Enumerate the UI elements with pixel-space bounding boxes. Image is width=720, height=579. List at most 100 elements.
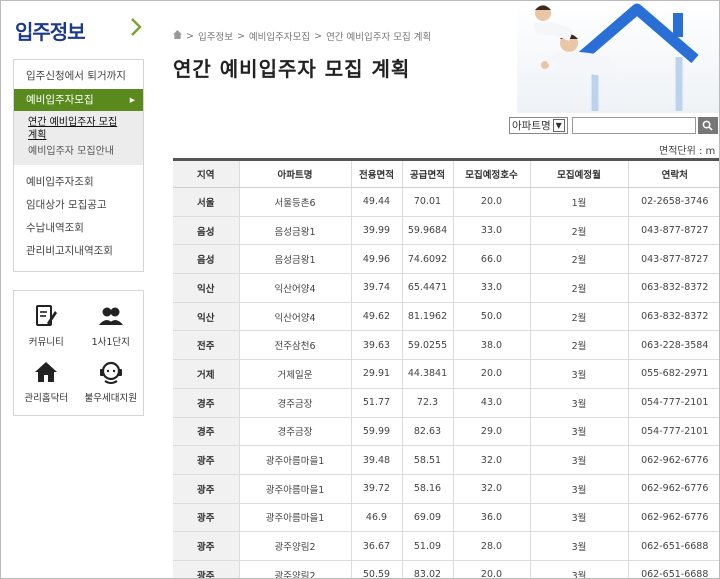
cell-exclusive-area: 39.99 (350, 216, 402, 246)
cell-contact: 062-962-6776 (627, 445, 719, 475)
people-icon (98, 307, 123, 325)
cell-contact: 062-651-6688 (627, 531, 719, 561)
cell-exclusive-area: 36.67 (350, 531, 402, 561)
cell-region: 음성 (173, 244, 239, 275)
sidebar-item-move-in-guide[interactable]: 입주신청에서 퇴거까지 (14, 63, 143, 89)
sidebar-item-commercial-notice[interactable]: 임대상가 모집공고 (14, 194, 143, 217)
cell-supply-area: 72.3 (401, 388, 453, 418)
cell-region: 익산 (173, 302, 239, 332)
submenu-item-annual-plan[interactable]: 연간 예비입주자 모집 계획 (28, 116, 128, 142)
search-category-value: 아파트명 (512, 120, 551, 132)
sidebar-item-maintenance-fee[interactable]: 관리비고지내역조회 (14, 240, 143, 263)
cell-units: 43.0 (452, 388, 530, 418)
cell-apartment: 거제일운 (238, 359, 351, 389)
cell-units: 29.0 (452, 417, 530, 447)
table-row: 경주 경주금장 59.99 82.63 29.0 3월 054-777-2101 (173, 417, 719, 447)
cell-units: 33.0 (452, 273, 530, 303)
cell-contact: 054-777-2101 (627, 417, 719, 447)
table-row: 광주 광주아름마을1 39.72 58.16 32.0 3월 062-962-6776 (173, 474, 719, 504)
sidebar-item-payment-history[interactable]: 수납내역조회 (14, 217, 143, 240)
quick-link-label: 커뮤니티 (28, 337, 64, 348)
home-icon[interactable] (173, 30, 182, 42)
cell-month: 3월 (529, 417, 628, 447)
quick-link-label: 1사1단지 (91, 337, 130, 348)
table-row: 음성 음성금왕1 49.96 74.6092 66.0 2월 043-877-8727 (173, 244, 719, 275)
cell-region: 경주 (173, 388, 239, 418)
quick-link-one-company[interactable]: 1사1단지 (79, 303, 144, 355)
cell-supply-area: 70.01 (401, 187, 453, 217)
cell-month: 2월 (529, 273, 628, 303)
cell-units: 32.0 (452, 445, 530, 475)
cell-contact: 063-832-8372 (627, 302, 719, 332)
sidebar-menu-list: 예비입주자조회 임대상가 모집공고 수납내역조회 관리비고지내역조회 (14, 165, 143, 271)
cell-exclusive-area: 39.48 (350, 445, 402, 475)
table-row: 광주 광주양림2 50.59 83.02 20.0 3월 062-651-6688 (173, 560, 719, 578)
cell-supply-area: 59.9684 (401, 216, 453, 246)
community-icon (36, 305, 58, 326)
cell-contact: 062-962-6776 (627, 474, 719, 504)
table-row: 광주 광주아름마을1 39.48 58.51 32.0 3월 062-962-6776 (173, 445, 719, 475)
cell-supply-area: 44.3841 (401, 359, 453, 389)
cell-supply-area: 74.6092 (401, 244, 453, 275)
breadcrumb-item[interactable]: 연간 예비입주자 모집 계획 (326, 29, 431, 43)
cell-contact: 063-228-3584 (627, 330, 719, 361)
sidebar-item-label: 예비입주자모집 (26, 94, 94, 106)
cell-apartment: 음성금왕1 (238, 244, 351, 275)
cell-contact: 055-682-2971 (627, 359, 719, 389)
breadcrumb-item[interactable]: 입주정보 (198, 29, 233, 43)
cell-region: 광주 (173, 445, 239, 475)
chevron-right-icon[interactable] (130, 17, 142, 43)
cell-exclusive-area: 39.74 (350, 273, 402, 303)
breadcrumb-separator: > (186, 30, 194, 42)
page-frame: 입주정보 입주신청에서 퇴거까지 예비입주자모집 ▸ 연간 예비입주자 모집 계… (0, 0, 720, 579)
cell-supply-area: 65.4471 (401, 273, 453, 303)
sidebar: 입주정보 입주신청에서 퇴거까지 예비입주자모집 ▸ 연간 예비입주자 모집 계… (13, 1, 144, 416)
cell-contact: 062-651-6688 (627, 560, 719, 578)
cell-apartment: 전주삼천6 (238, 330, 351, 361)
cell-month: 3월 (529, 503, 628, 533)
cell-units: 28.0 (452, 531, 530, 561)
cell-supply-area: 82.63 (401, 417, 453, 447)
cell-exclusive-area: 49.96 (350, 244, 402, 275)
cell-region: 음성 (173, 216, 239, 246)
cell-units: 20.0 (452, 187, 530, 217)
cell-month: 3월 (529, 445, 628, 475)
cell-apartment: 광주양림2 (238, 560, 351, 578)
cell-apartment: 광주양림2 (238, 531, 351, 561)
cell-month: 3월 (529, 359, 628, 389)
cell-units: 38.0 (452, 330, 530, 361)
search-button[interactable] (697, 117, 718, 134)
cell-supply-area: 83.02 (401, 560, 453, 578)
cell-apartment: 경주금장 (238, 417, 351, 447)
quick-link-home-doctor[interactable]: 관리홈닥터 (14, 359, 79, 411)
cell-exclusive-area: 51.77 (350, 388, 402, 418)
sidebar-item-pre-tenant-lookup[interactable]: 예비입주자조회 (14, 171, 143, 194)
cell-contact: 02-2658-3746 (627, 187, 719, 217)
breadcrumb-item[interactable]: 예비입주자모집 (249, 29, 310, 43)
cell-month: 3월 (529, 560, 628, 578)
page-title: 연간 예비입주자 모집 계획 (173, 57, 411, 81)
search-filter-row: 아파트명 ▼ (509, 117, 718, 134)
submenu-item-recruit-notice[interactable]: 예비입주자 모집안내 (28, 145, 143, 159)
cell-region: 경주 (173, 417, 239, 447)
cell-exclusive-area: 39.72 (350, 474, 402, 504)
quick-link-support[interactable]: 불우세대지원 (79, 359, 144, 411)
cell-supply-area: 69.09 (401, 503, 453, 533)
cell-apartment: 서울등촌6 (238, 187, 351, 217)
quick-link-community[interactable]: 커뮤니티 (14, 303, 79, 355)
cell-units: 33.0 (452, 216, 530, 246)
cell-exclusive-area: 39.63 (350, 330, 402, 361)
cell-exclusive-area: 49.62 (350, 302, 402, 332)
cell-exclusive-area: 49.44 (350, 187, 402, 217)
column-header-supply-area: 공급면적 (401, 158, 453, 188)
search-input[interactable] (571, 117, 696, 134)
recruit-plan-table: 지역 아파트명 전용면적 공급면적 모집예정호수 모집예정월 연락처 서울 서울등… (173, 158, 719, 578)
cell-exclusive-area: 29.91 (350, 359, 402, 389)
chevron-down-icon[interactable]: ▼ (552, 119, 565, 132)
cell-month: 1월 (529, 187, 628, 217)
cell-exclusive-area: 46.9 (350, 503, 402, 533)
sidebar-item-pre-tenant-recruit[interactable]: 예비입주자모집 ▸ (14, 89, 143, 111)
table-row: 전주 전주삼천6 39.63 59.0255 38.0 2월 063-228-3584 (173, 330, 719, 361)
cell-apartment: 광주아름마을1 (238, 474, 351, 504)
search-category-select[interactable]: 아파트명 ▼ (509, 117, 568, 134)
